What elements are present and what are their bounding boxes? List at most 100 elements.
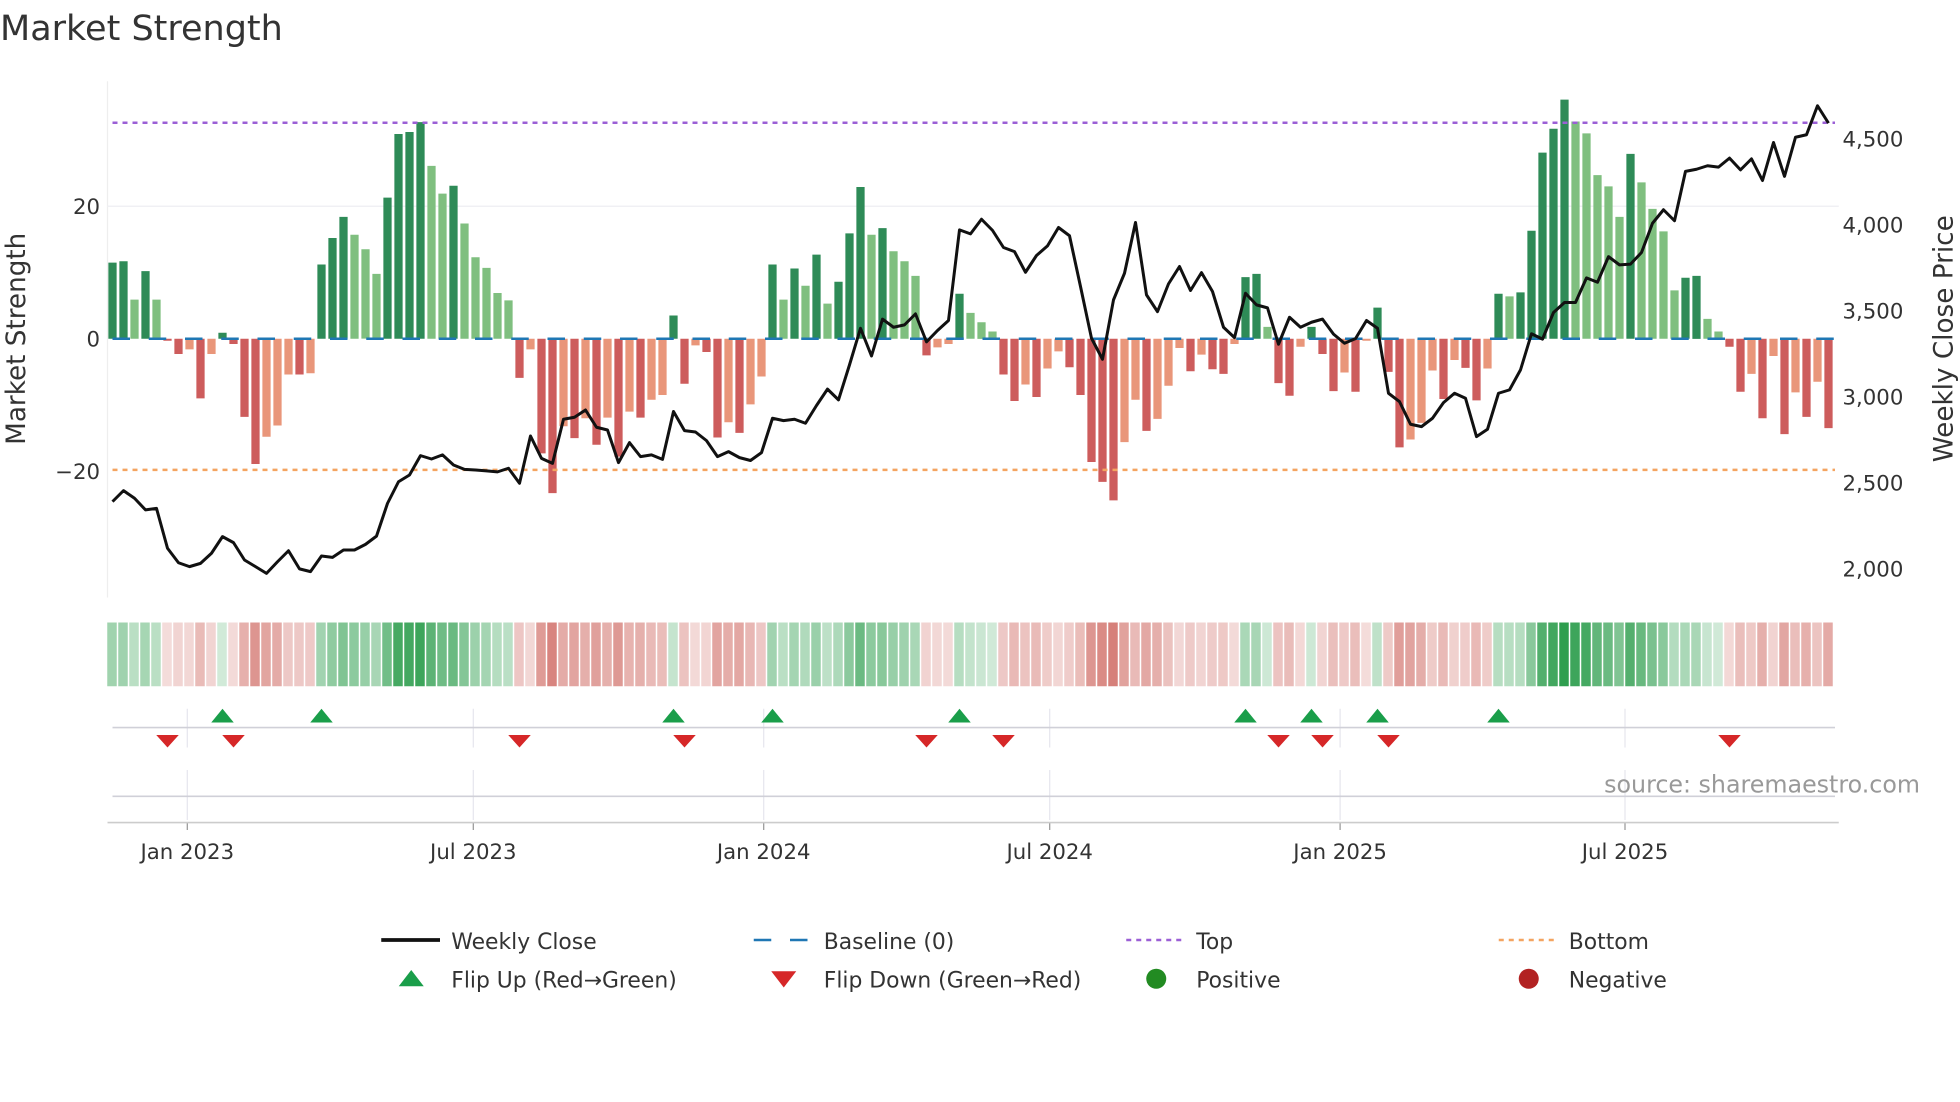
strip-cell	[778, 622, 788, 687]
strip-cell	[1713, 622, 1723, 687]
strip-cell	[1218, 622, 1228, 687]
strip-cell	[217, 622, 227, 687]
strength-bar	[295, 338, 304, 375]
strip-cell	[1163, 622, 1173, 687]
strength-bar	[493, 293, 502, 339]
source-note: source: sharemaestro.com	[1604, 771, 1920, 799]
strip-cell	[657, 622, 667, 687]
strip-cell	[1504, 622, 1514, 687]
y-tick-label: −20	[55, 460, 100, 485]
strength-bar	[1219, 338, 1228, 374]
strength-bar	[955, 293, 964, 339]
legend-label: Positive	[1196, 969, 1280, 994]
strip-cell	[1812, 622, 1822, 687]
strip-cell	[316, 622, 326, 687]
legend-label: Weekly Close	[451, 930, 596, 955]
strength-bar	[614, 338, 623, 457]
strength-bar	[1021, 338, 1030, 385]
strip-cell	[1141, 622, 1151, 687]
strip-cell	[723, 622, 733, 687]
strip-cell	[833, 622, 843, 687]
x-tick-label: Jan 2023	[139, 840, 235, 865]
strength-bar	[207, 338, 216, 355]
strength-bar	[768, 264, 777, 339]
strip-cell	[1295, 622, 1305, 687]
strip-cell	[129, 622, 139, 687]
strength-bar	[1505, 296, 1514, 339]
strip-cell	[1438, 622, 1448, 687]
flip-up-marker	[662, 708, 685, 723]
strength-bar	[1175, 338, 1184, 348]
strip-cell	[855, 622, 865, 687]
strip-cell	[910, 622, 920, 687]
strength-bar	[1318, 338, 1327, 355]
strength-bar	[504, 300, 513, 339]
strip-cell	[1801, 622, 1811, 687]
y2-tick-label: 4,500	[1843, 127, 1904, 152]
strip-cell	[1130, 622, 1140, 687]
strength-bar	[405, 132, 414, 339]
strip-cell	[1240, 622, 1250, 687]
strip-cell	[547, 622, 557, 687]
strip-cell	[800, 622, 810, 687]
strength-bar	[515, 338, 524, 378]
strength-bar	[339, 216, 348, 339]
strip-cell	[877, 622, 887, 687]
strength-bar	[383, 197, 392, 339]
strength-bar	[702, 338, 711, 353]
strength-bar	[1307, 326, 1316, 339]
strip-cell	[1064, 622, 1074, 687]
strip-cell	[1185, 622, 1195, 687]
strip-cell	[624, 622, 634, 687]
strip-cell	[1328, 622, 1338, 687]
strip-cell	[1592, 622, 1602, 687]
strip-cell	[712, 622, 722, 687]
strength-bar	[1615, 216, 1624, 339]
strength-bar	[1758, 338, 1767, 419]
heat-strip	[107, 622, 1833, 687]
strip-cell	[1284, 622, 1294, 687]
strength-bar	[1428, 338, 1437, 371]
strength-bar	[1637, 182, 1646, 339]
flip-up-marker	[1300, 708, 1323, 723]
strength-bar	[625, 338, 634, 412]
strip-cell	[844, 622, 854, 687]
strip-cell	[1526, 622, 1536, 687]
strip-cell	[1350, 622, 1360, 687]
strength-bar	[867, 234, 876, 339]
strip-cell	[1317, 622, 1327, 687]
strength-bar	[603, 338, 612, 418]
legend: Weekly Close Baseline (0) Top Bottom Flip Up…	[381, 930, 1667, 994]
strength-bar	[185, 338, 194, 350]
strip-cell	[943, 622, 953, 687]
strength-bar	[812, 254, 821, 339]
triangle-up-icon	[398, 970, 424, 987]
strip-cell	[789, 622, 799, 687]
strip-cell	[1086, 622, 1096, 687]
strength-bar	[1670, 290, 1679, 339]
strip-cell	[1416, 622, 1426, 687]
strength-bar	[559, 338, 568, 427]
strip-cell	[1394, 622, 1404, 687]
strength-bar	[977, 322, 986, 339]
strip-cell	[569, 622, 579, 687]
strength-bar	[1120, 338, 1129, 443]
strip-cell	[998, 622, 1008, 687]
y2-tick-label: 3,000	[1843, 385, 1904, 410]
strip-cell	[1702, 622, 1712, 687]
strip-cell	[1625, 622, 1635, 687]
strip-cell	[1779, 622, 1789, 687]
strength-bar	[1483, 338, 1492, 369]
strip-cell	[1075, 622, 1085, 687]
y2-axis-label: Weekly Close Price	[1930, 215, 1960, 462]
strength-bar	[119, 261, 128, 339]
strip-cell	[1515, 622, 1525, 687]
strength-bar	[1285, 338, 1294, 396]
strip-cell	[1493, 622, 1503, 687]
strip-cell	[1482, 622, 1492, 687]
legend-label: Bottom	[1569, 930, 1649, 955]
strip-cell	[1636, 622, 1646, 687]
strip-cell	[1174, 622, 1184, 687]
strength-bar	[1131, 338, 1140, 400]
strip-cell	[1152, 622, 1162, 687]
